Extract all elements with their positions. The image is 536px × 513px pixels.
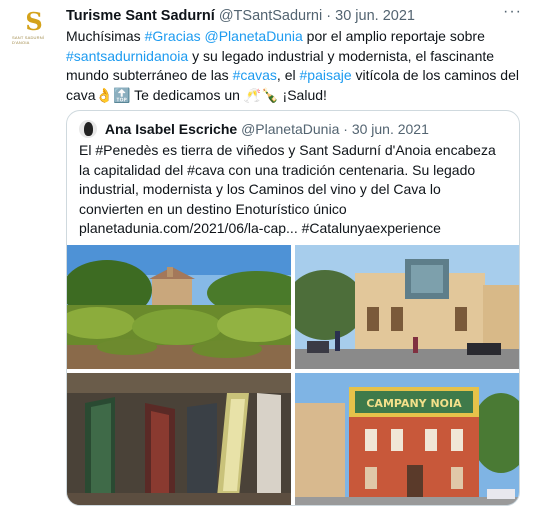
more-options-icon[interactable]: ··· bbox=[503, 3, 522, 21]
quoted-tweet[interactable]: Ana Isabel Escriche @PlanetaDunia · 30 j… bbox=[66, 110, 520, 506]
quoted-date[interactable]: 30 jun. 2021 bbox=[352, 121, 429, 137]
quoted-text: El #Penedès es tierra de viñedos y Sant … bbox=[79, 142, 496, 236]
quoted-author-name[interactable]: Ana Isabel Escriche bbox=[105, 121, 237, 137]
author-avatar[interactable]: S SANT SADURNÍ D'ANOIA bbox=[12, 6, 56, 50]
tweet-text-part: , el bbox=[276, 67, 300, 83]
photo-cava-cellar[interactable] bbox=[67, 373, 291, 505]
tweet-date[interactable]: 30 jun. 2021 bbox=[335, 8, 415, 24]
tweet-text-part: por el amplio reportaje sobre bbox=[302, 28, 485, 44]
quoted-author-handle[interactable]: @PlanetaDunia bbox=[241, 121, 339, 137]
hashtag-gracias[interactable]: #Gracias bbox=[145, 28, 201, 44]
photo-vineyard[interactable] bbox=[67, 245, 291, 369]
avatar-logo-letter: S bbox=[25, 7, 43, 36]
photo-modernist-building[interactable] bbox=[295, 245, 519, 369]
quoted-separator: · bbox=[343, 121, 348, 137]
hashtag-paisaje[interactable]: #paisaje bbox=[300, 67, 352, 83]
photo-sign-text: CAMPANY NOIA bbox=[366, 397, 462, 410]
header-separator: · bbox=[326, 8, 332, 24]
hashtag-cavas[interactable]: #cavas bbox=[233, 67, 277, 83]
author-handle[interactable]: @TSantSadurni bbox=[219, 8, 322, 24]
tweet[interactable]: S SANT SADURNÍ D'ANOIA Turisme Sant Sadu… bbox=[0, 0, 536, 513]
hashtag-santsadurnidanoia[interactable]: #santsadurnidanoia bbox=[66, 48, 188, 64]
tweet-header: Turisme Sant Sadurní @TSantSadurni · 30 … bbox=[66, 7, 415, 25]
photo-grid: CAMPANY NOIA bbox=[67, 245, 519, 505]
quoted-avatar[interactable] bbox=[79, 120, 97, 138]
photo-brick-building[interactable]: CAMPANY NOIA bbox=[295, 373, 519, 505]
mention-planetadunia[interactable]: @PlanetaDunia bbox=[205, 28, 303, 44]
author-name[interactable]: Turisme Sant Sadurní bbox=[66, 8, 215, 24]
quoted-header: Ana Isabel Escriche @PlanetaDunia · 30 j… bbox=[79, 120, 429, 138]
tweet-text-part: Muchísimas bbox=[66, 28, 145, 44]
avatar-logo-text: SANT SADURNÍ D'ANOIA bbox=[12, 35, 45, 45]
tweet-text: Muchísimas #Gracias @PlanetaDunia por el… bbox=[66, 27, 521, 105]
